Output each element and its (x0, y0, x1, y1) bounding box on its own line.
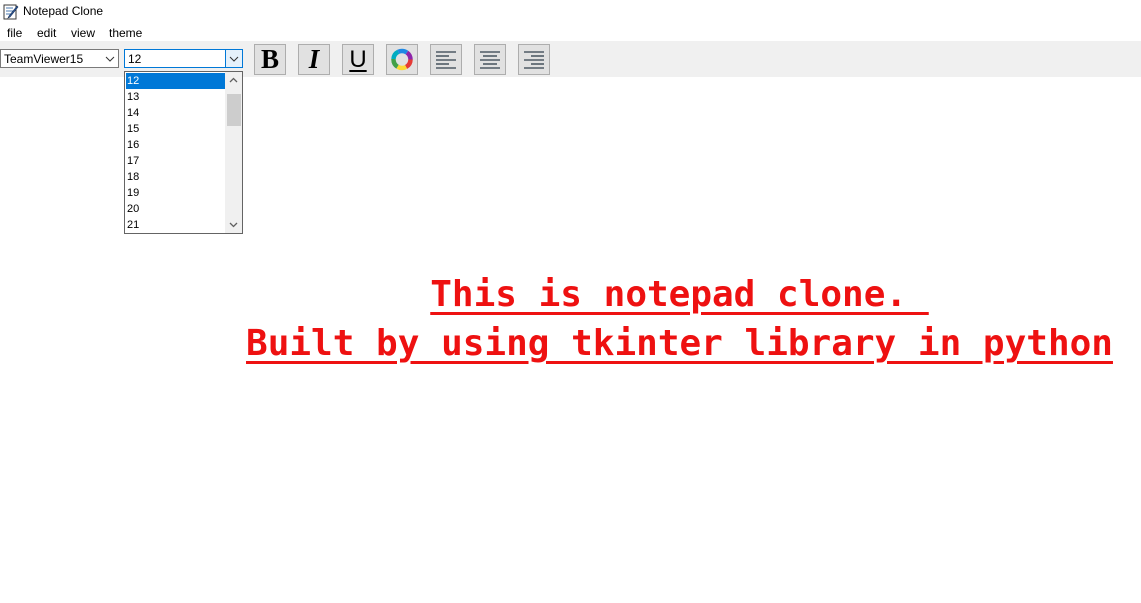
font-size-select[interactable]: 12 (124, 49, 243, 68)
underline-button[interactable]: U (342, 44, 374, 75)
editor-line-1: This is notepad clone. (430, 274, 929, 315)
align-right-icon (524, 51, 544, 69)
editor-text-area[interactable]: This is notepad clone. Built by using tk… (0, 270, 1141, 368)
font-color-button[interactable] (386, 44, 418, 75)
italic-button[interactable]: I (298, 44, 330, 75)
align-center-icon (480, 51, 500, 69)
dropdown-option-16[interactable]: 16 (126, 137, 225, 153)
dropdown-option-18[interactable]: 18 (126, 169, 225, 185)
bold-icon: B (260, 44, 279, 74)
dropdown-option-15[interactable]: 15 (126, 121, 225, 137)
menu-bar: file edit view theme (0, 24, 1141, 42)
chevron-down-icon[interactable] (102, 50, 118, 67)
bold-button[interactable]: B (254, 44, 286, 75)
menu-edit[interactable]: edit (37, 26, 56, 40)
dropdown-option-20[interactable]: 20 (126, 201, 225, 217)
font-family-select[interactable]: TeamViewer15 (0, 49, 119, 68)
editor-line-2: Built by using tkinter library in python (246, 323, 1113, 364)
align-right-button[interactable] (518, 44, 550, 75)
dropdown-option-12[interactable]: 12 (126, 73, 225, 89)
italic-icon: I (308, 44, 320, 74)
scrollbar-thumb[interactable] (227, 94, 241, 126)
scroll-up-arrow-icon[interactable] (225, 72, 242, 89)
align-center-button[interactable] (474, 44, 506, 75)
underline-icon: U (349, 46, 367, 73)
align-left-icon (436, 51, 456, 69)
dropdown-option-17[interactable]: 17 (126, 153, 225, 169)
font-family-value: TeamViewer15 (4, 52, 84, 66)
menu-file[interactable]: file (7, 26, 22, 40)
chevron-down-icon[interactable] (225, 50, 242, 67)
align-left-button[interactable] (430, 44, 462, 75)
window-title: Notepad Clone (23, 4, 104, 18)
title-bar: Notepad Clone (0, 0, 1141, 24)
font-size-dropdown-list[interactable]: 12 13 14 15 16 17 18 19 20 21 (124, 71, 243, 234)
dropdown-option-14[interactable]: 14 (126, 105, 225, 121)
notepad-app-icon (3, 4, 19, 20)
scroll-down-arrow-icon[interactable] (225, 216, 242, 233)
dropdown-option-13[interactable]: 13 (126, 89, 225, 105)
menu-view[interactable]: view (71, 26, 95, 40)
dropdown-scrollbar[interactable] (225, 72, 242, 233)
color-wheel-icon (391, 48, 413, 71)
dropdown-option-21[interactable]: 21 (126, 217, 225, 233)
font-size-value: 12 (128, 52, 142, 66)
dropdown-option-19[interactable]: 19 (126, 185, 225, 201)
menu-theme[interactable]: theme (109, 26, 142, 40)
